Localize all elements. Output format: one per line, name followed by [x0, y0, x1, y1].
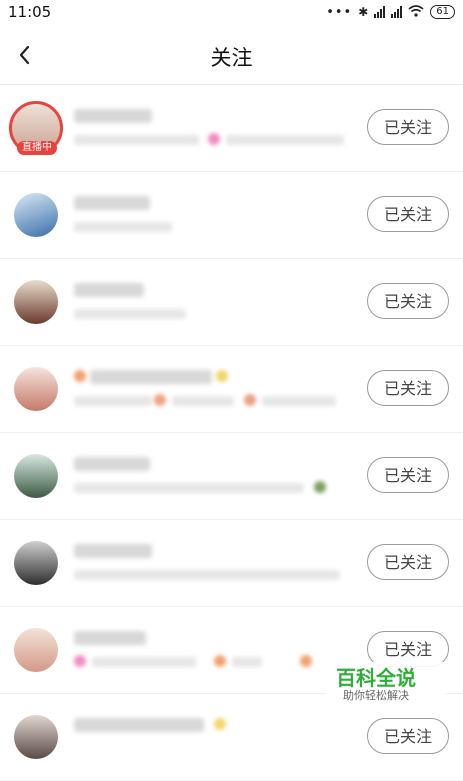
status-icons: ••• ✱ 61	[326, 4, 455, 20]
bluetooth-icon: ✱	[358, 5, 369, 19]
blurred-description	[74, 135, 199, 145]
live-badge: 直播中	[17, 141, 57, 155]
followed-button[interactable]: 已关注	[367, 370, 449, 406]
blurred-emoji-icon	[208, 133, 220, 145]
blurred-username	[74, 457, 150, 471]
list-item[interactable]: 已关注	[0, 520, 463, 607]
list-item[interactable]: 已关注	[0, 172, 463, 259]
avatar[interactable]	[14, 715, 58, 759]
list-item[interactable]: 直播中 已关注	[0, 85, 463, 172]
blurred-emoji-icon	[74, 655, 86, 667]
blurred-description	[226, 135, 344, 145]
followed-button[interactable]: 已关注	[367, 196, 449, 232]
signal-2-icon	[391, 6, 403, 18]
blurred-username	[74, 109, 152, 123]
list-item[interactable]: 已关注	[0, 694, 463, 781]
notification-dots-icon: •••	[326, 4, 353, 20]
blurred-username	[74, 196, 150, 210]
blurred-description	[232, 657, 262, 667]
blurred-description	[92, 657, 196, 667]
avatar[interactable]	[14, 454, 58, 498]
blurred-emoji-icon	[214, 718, 226, 730]
followed-button[interactable]: 已关注	[367, 544, 449, 580]
blurred-description	[74, 483, 304, 493]
blurred-emoji-icon	[314, 481, 326, 493]
followed-button[interactable]: 已关注	[367, 283, 449, 319]
battery-icon: 61	[430, 5, 455, 19]
list-item[interactable]: 已关注	[0, 433, 463, 520]
wifi-icon	[408, 4, 424, 20]
blurred-emoji-icon	[300, 655, 312, 667]
blurred-description	[74, 309, 186, 319]
blurred-description	[262, 396, 336, 406]
followed-button[interactable]: 已关注	[367, 109, 449, 145]
status-bar: 11:05 ••• ✱ 61	[0, 0, 463, 24]
blurred-description	[74, 222, 172, 232]
blurred-description	[74, 396, 152, 406]
avatar[interactable]	[14, 367, 58, 411]
blurred-emoji-icon	[214, 655, 226, 667]
list-item[interactable]: 已关注	[0, 346, 463, 433]
blurred-username	[74, 544, 152, 558]
followed-button[interactable]: 已关注	[367, 457, 449, 493]
blurred-username	[90, 370, 212, 384]
blurred-emoji-icon	[216, 370, 228, 382]
followed-button[interactable]: 已关注	[367, 718, 449, 754]
blurred-username	[74, 631, 146, 645]
page-title: 关注	[210, 46, 253, 70]
avatar[interactable]	[14, 628, 58, 672]
avatar[interactable]	[14, 193, 58, 237]
blurred-emoji-icon	[244, 394, 256, 406]
blurred-username	[74, 283, 144, 297]
blurred-emoji-icon	[74, 370, 86, 382]
avatar[interactable]	[14, 541, 58, 585]
blurred-description	[172, 396, 234, 406]
status-time: 11:05	[8, 3, 52, 21]
top-bar: 关注	[0, 30, 463, 84]
blurred-description	[74, 570, 340, 580]
avatar[interactable]	[14, 280, 58, 324]
signal-icon	[374, 6, 386, 18]
watermark-subtitle: 助你轻松解决	[343, 689, 409, 702]
watermark: 百科全说 助你轻松解决	[326, 662, 446, 706]
list-item[interactable]: 已关注	[0, 259, 463, 346]
blurred-username	[74, 718, 204, 732]
blurred-emoji-icon	[154, 394, 166, 406]
